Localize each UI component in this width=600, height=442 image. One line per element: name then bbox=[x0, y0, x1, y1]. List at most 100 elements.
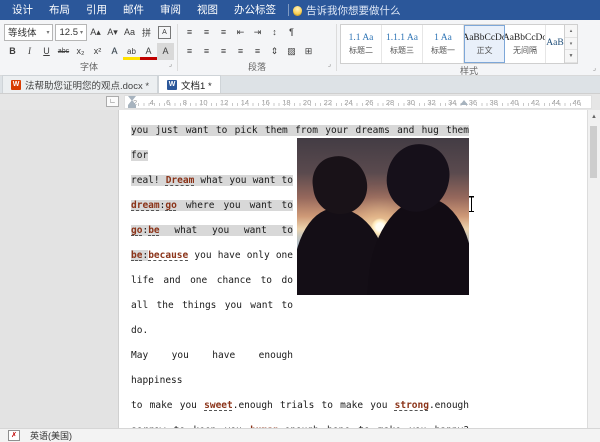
subscript-icon[interactable]: x₂ bbox=[72, 43, 89, 60]
ribbon: 等线体 ▾ 12.5 ▾ A▴A▾Aa拼A BIUabcx₂x²AabAA 字体… bbox=[0, 20, 600, 76]
hanging-indent-marker[interactable] bbox=[128, 100, 136, 105]
borders-icon[interactable]: ⊞ bbox=[300, 43, 317, 60]
doc-tab-active[interactable]: W 文档1 * bbox=[158, 75, 221, 93]
ribbon-tab[interactable]: 邮件 bbox=[115, 0, 152, 20]
gallery-more-icon[interactable]: ▼ bbox=[565, 50, 577, 63]
multilevel-list-icon[interactable]: ≡ bbox=[215, 24, 232, 41]
font-group-label-row: 字体 ⌟ bbox=[4, 60, 174, 75]
show-marks-icon[interactable]: ¶ bbox=[283, 24, 300, 41]
style-item-normal-selected[interactable]: AaBbCcDd 正文 bbox=[464, 25, 505, 63]
numbering-icon[interactable]: ≡ bbox=[198, 24, 215, 41]
align-right-icon[interactable]: ≡ bbox=[215, 43, 232, 60]
ruler-band: 2468101214161820222426283032343638404244… bbox=[124, 95, 592, 109]
text-run: what you want to bbox=[194, 175, 293, 186]
style-item-heading3[interactable]: 1.1.1 Aa 标题三 bbox=[382, 25, 423, 63]
font-size-combo[interactable]: 12.5 ▾ bbox=[55, 24, 87, 41]
inline-photo[interactable] bbox=[297, 138, 469, 295]
ruler: ∟ 24681012141618202224262830323436384042… bbox=[0, 94, 600, 110]
scroll-thumb[interactable] bbox=[590, 126, 597, 178]
text-effects-icon[interactable]: A bbox=[106, 43, 123, 60]
lightbulb-icon bbox=[293, 6, 302, 15]
style-sample: AaB bbox=[546, 38, 563, 48]
align-left-icon[interactable]: ≡ bbox=[181, 43, 198, 60]
sort-icon[interactable]: ↕ bbox=[266, 24, 283, 41]
decrease-indent-icon[interactable]: ⇤ bbox=[232, 24, 249, 41]
style-sample: AaBbCcDd bbox=[464, 33, 505, 43]
language-status[interactable]: 英语(美国) bbox=[30, 429, 72, 442]
styles-group-label-row: 样式 ⌟ bbox=[340, 64, 598, 79]
style-sample: AaBbCcDd bbox=[505, 33, 546, 43]
char-border-icon[interactable]: A bbox=[158, 26, 171, 39]
decrease-font-icon[interactable]: A▾ bbox=[104, 24, 121, 41]
proofing-status-icon[interactable]: ✗ bbox=[8, 430, 20, 441]
style-sample: 1 Aa bbox=[434, 33, 452, 43]
styles-group-label: 样式 bbox=[460, 66, 478, 76]
text-block[interactable]: to make you sweet.enough trials to make … bbox=[131, 393, 469, 428]
line-spacing-icon[interactable]: ⇕ bbox=[266, 43, 283, 60]
ribbon-tab[interactable]: 视图 bbox=[189, 0, 226, 20]
justify-icon[interactable]: ≡ bbox=[232, 43, 249, 60]
ibeam-cursor bbox=[468, 196, 475, 212]
ribbon-tab[interactable]: 设计 bbox=[4, 0, 41, 20]
font-name-combo[interactable]: 等线体 ▾ bbox=[4, 24, 53, 41]
bold-icon[interactable]: B bbox=[4, 43, 21, 60]
ribbon-tab[interactable]: 审阅 bbox=[152, 0, 189, 20]
superscript-icon[interactable]: x² bbox=[89, 43, 106, 60]
chevron-down-icon: ▾ bbox=[80, 29, 83, 36]
bullets-icon[interactable]: ≡ bbox=[181, 24, 198, 41]
text-run: .enough trials to make you bbox=[233, 400, 395, 411]
scroll-up-icon[interactable]: ▲ bbox=[588, 110, 600, 120]
doc-tab-inactive[interactable]: W 法帮助您证明您的观点.docx * bbox=[2, 75, 158, 93]
font-color-icon[interactable]: A bbox=[140, 43, 157, 60]
dialog-launcher-icon[interactable]: ⌟ bbox=[169, 57, 172, 72]
italic-icon[interactable]: I bbox=[21, 43, 38, 60]
text-block[interactable]: May you have enough happiness bbox=[131, 343, 293, 393]
word-doc-icon: W bbox=[167, 80, 177, 90]
paragraph-group-label: 段落 bbox=[248, 62, 266, 72]
paragraph-group: ≡≡≡⇤⇥↕¶ ≡≡≡≡≡⇕▨⊞ 段落 ⌟ bbox=[181, 22, 333, 75]
shading-icon[interactable]: ▨ bbox=[283, 43, 300, 60]
styles-gallery: 1.1 Aa 标题二 1.1.1 Aa 标题三 1 Aa 标题一 AaBbCcD… bbox=[340, 24, 565, 64]
styles-gallery-wrap: 1.1 Aa 标题二 1.1.1 Aa 标题三 1 Aa 标题一 AaBbCcD… bbox=[340, 24, 598, 64]
document-area: you just want to pick them from your dre… bbox=[0, 110, 600, 428]
dialog-launcher-icon[interactable]: ⌟ bbox=[593, 61, 596, 76]
right-indent-marker[interactable] bbox=[460, 100, 468, 105]
ribbon-tab-bar: 设计布局引用邮件审阅视图办公标签 告诉我你想要做什么 bbox=[0, 0, 600, 20]
text-run: where you want to bbox=[177, 200, 293, 211]
strikethrough-icon[interactable]: abc bbox=[55, 43, 72, 60]
ribbon-tab[interactable]: 办公标签 bbox=[226, 0, 284, 20]
align-center-icon[interactable]: ≡ bbox=[198, 43, 215, 60]
gallery-up-icon[interactable]: ▴ bbox=[565, 25, 577, 38]
tab-selector[interactable]: ∟ bbox=[106, 96, 119, 107]
silhouette-head-left bbox=[309, 153, 371, 218]
text-run: you have only one life and one chance to… bbox=[131, 250, 293, 336]
ribbon-tab[interactable]: 布局 bbox=[41, 0, 78, 20]
change-case-icon[interactable]: Aa bbox=[121, 24, 138, 41]
style-item-clipped[interactable]: AaB bbox=[546, 25, 564, 63]
style-item-heading1[interactable]: 1 Aa 标题一 bbox=[423, 25, 464, 63]
tabbar-separator bbox=[288, 4, 289, 16]
tell-me-box[interactable]: 告诉我你想要做什么 bbox=[293, 3, 401, 18]
paragraph-row1-icons: ≡≡≡⇤⇥↕¶ bbox=[181, 23, 333, 41]
style-label: 标题三 bbox=[390, 45, 414, 56]
text-run: strong bbox=[395, 400, 429, 411]
chevron-down-icon: ▾ bbox=[46, 29, 49, 36]
gallery-down-icon[interactable]: ▾ bbox=[565, 38, 577, 51]
underline-icon[interactable]: U bbox=[38, 43, 55, 60]
font-group: 等线体 ▾ 12.5 ▾ A▴A▾Aa拼A BIUabcx₂x²AabAA 字体… bbox=[4, 22, 174, 75]
text-run: what you want to bbox=[160, 225, 293, 236]
font-name-value: 等线体 bbox=[8, 25, 37, 39]
text-block[interactable]: real! Dream what you want to dream:go wh… bbox=[131, 168, 293, 343]
highlight-color-icon[interactable]: ab bbox=[123, 43, 140, 60]
distribute-icon[interactable]: ≡ bbox=[249, 43, 266, 60]
style-item-heading2[interactable]: 1.1 Aa 标题二 bbox=[341, 25, 382, 63]
dialog-launcher-icon[interactable]: ⌟ bbox=[328, 57, 331, 72]
increase-font-icon[interactable]: A▴ bbox=[87, 24, 104, 41]
page[interactable]: you just want to pick them from your dre… bbox=[118, 110, 593, 428]
increase-indent-icon[interactable]: ⇥ bbox=[249, 24, 266, 41]
ribbon-tab[interactable]: 引用 bbox=[78, 0, 115, 20]
style-item-no-spacing[interactable]: AaBbCcDd 无间隔 bbox=[505, 25, 546, 63]
text-run: go bbox=[165, 200, 176, 211]
phonetic-guide-icon[interactable]: 拼 bbox=[138, 24, 155, 41]
vertical-scrollbar[interactable]: ▲ bbox=[587, 110, 600, 428]
